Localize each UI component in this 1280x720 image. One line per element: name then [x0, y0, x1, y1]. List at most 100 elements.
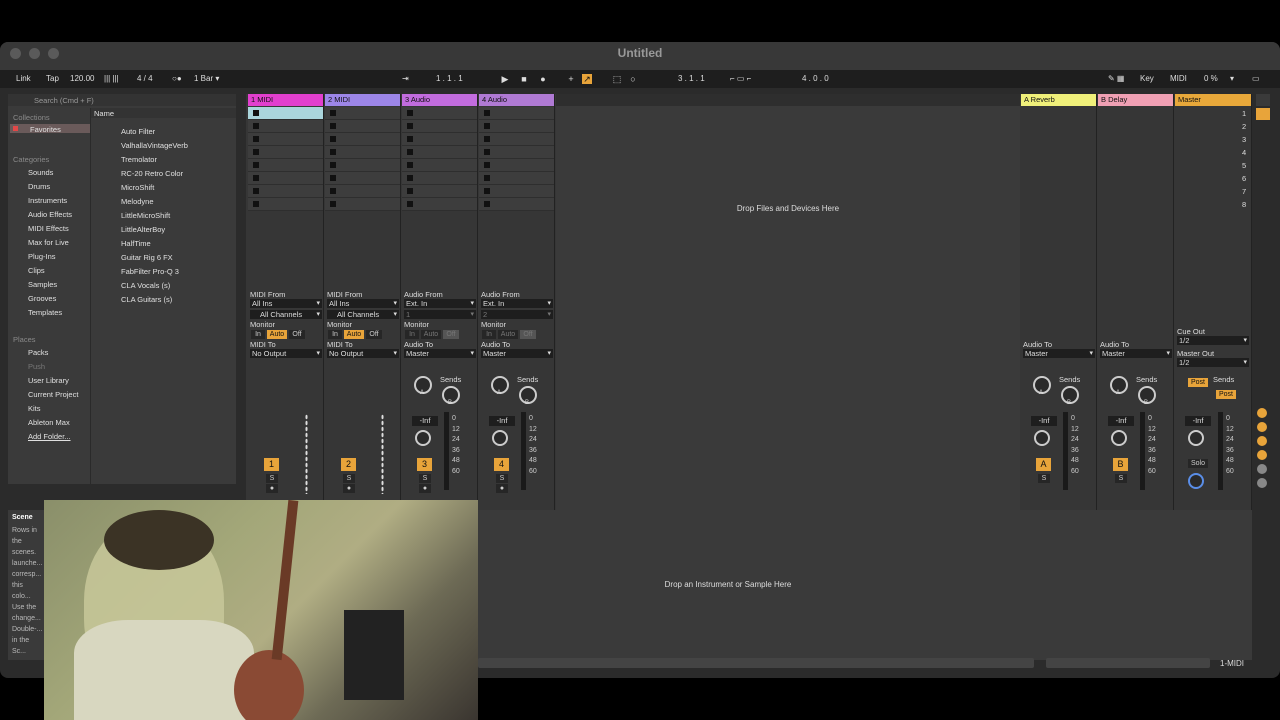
drop-zone[interactable]: Drop Files and Devices Here — [556, 94, 1020, 546]
clip-slot[interactable] — [248, 172, 323, 185]
xfade-toggle-icon[interactable] — [1257, 478, 1267, 488]
session-record-icon[interactable]: ○ — [628, 74, 638, 84]
clip-slot[interactable] — [479, 198, 554, 211]
stop-button-icon[interactable] — [330, 136, 336, 142]
draw-mode-icon[interactable]: ✎ ▦ — [1108, 74, 1124, 83]
clip-slot[interactable] — [248, 159, 323, 172]
stop-button-icon[interactable] — [407, 162, 413, 168]
output-type-select[interactable]: Master — [1100, 349, 1172, 358]
clip-slot[interactable] — [248, 107, 323, 120]
clip-slot[interactable] — [402, 120, 477, 133]
sidebar-item-grooves[interactable]: Grooves — [28, 294, 56, 303]
stop-icon[interactable]: ■ — [519, 74, 529, 84]
tap-tempo-button[interactable]: Tap — [46, 74, 59, 83]
list-item[interactable]: Melodyne — [121, 197, 154, 206]
stop-button-icon[interactable] — [253, 201, 259, 207]
output-type-select[interactable]: No Output — [250, 349, 322, 358]
monitor-in-button[interactable]: In — [328, 330, 342, 339]
overview-toggle-icon[interactable] — [1256, 94, 1270, 106]
clip-slot[interactable] — [325, 172, 400, 185]
stop-button-icon[interactable] — [484, 123, 490, 129]
sidebar-item-max-for-live[interactable]: Max for Live — [28, 238, 69, 247]
clip-slot[interactable] — [325, 107, 400, 120]
stop-button-icon[interactable] — [330, 175, 336, 181]
input-type-select[interactable]: Ext. In — [404, 299, 476, 308]
volume-field[interactable]: -Inf — [412, 416, 438, 426]
solo-button[interactable]: S — [496, 474, 508, 483]
clip-slot[interactable] — [479, 146, 554, 159]
track-title[interactable]: B Delay — [1098, 94, 1173, 106]
solo-button[interactable]: S — [419, 474, 431, 483]
track-activator-button[interactable]: 1 — [264, 458, 279, 471]
sidebar-item-user-library[interactable]: User Library — [28, 376, 69, 385]
clip-slot[interactable] — [402, 172, 477, 185]
crossfader-toggle-icon[interactable] — [1257, 450, 1267, 460]
arm-button[interactable]: ● — [419, 484, 431, 493]
track-title[interactable]: 1 MIDI — [248, 94, 323, 106]
stop-button-icon[interactable] — [330, 110, 336, 116]
list-item[interactable]: CLA Vocals (s) — [121, 281, 170, 290]
key-map-button[interactable]: Key — [1140, 74, 1154, 83]
stop-button-icon[interactable] — [407, 110, 413, 116]
list-item[interactable]: MicroShift — [121, 183, 154, 192]
monitor-auto-button[interactable]: Auto — [344, 330, 364, 339]
tempo-field[interactable]: 120.00 — [70, 74, 94, 83]
scene-number[interactable]: 4 — [1242, 148, 1246, 157]
clip-slot[interactable] — [325, 146, 400, 159]
list-item[interactable]: FabFilter Pro-Q 3 — [121, 267, 179, 276]
clip-slot[interactable] — [402, 107, 477, 120]
capture-icon[interactable]: ⬚ — [612, 74, 622, 84]
stop-button-icon[interactable] — [407, 149, 413, 155]
input-type-select[interactable]: All Ins — [250, 299, 322, 308]
output-type-select[interactable]: Master — [404, 349, 476, 358]
clip-slot[interactable] — [325, 120, 400, 133]
list-item[interactable]: Guitar Rig 6 FX — [121, 253, 173, 262]
input-channel-select[interactable]: 1 — [404, 310, 476, 319]
monitor-off-button[interactable]: Off — [520, 330, 536, 339]
stop-button-icon[interactable] — [407, 136, 413, 142]
stop-button-icon[interactable] — [330, 123, 336, 129]
output-type-select[interactable]: Master — [481, 349, 553, 358]
sidebar-item-kits[interactable]: Kits — [28, 404, 41, 413]
stop-button-icon[interactable] — [407, 123, 413, 129]
scene-number[interactable]: 7 — [1242, 187, 1246, 196]
cue-out-select[interactable]: 1/2 — [1177, 336, 1249, 345]
volume-field[interactable]: -Inf — [1031, 416, 1057, 426]
track-title[interactable]: 3 Audio — [402, 94, 477, 106]
list-item[interactable]: Tremolator — [121, 155, 157, 164]
track-title[interactable]: 2 MIDI — [325, 94, 400, 106]
track-title[interactable]: Master — [1175, 94, 1251, 106]
volume-field[interactable]: -Inf — [1108, 416, 1134, 426]
stop-button-icon[interactable] — [407, 201, 413, 207]
automation-arm-icon[interactable]: ↗ — [582, 74, 592, 84]
scene-number[interactable]: 1 — [1242, 109, 1246, 118]
list-item[interactable]: ValhallaVintageVerb — [121, 141, 188, 150]
loop-start-field[interactable]: 3 . 1 . 1 — [678, 74, 705, 83]
sidebar-item-audio-effects[interactable]: Audio Effects — [28, 210, 72, 219]
stop-button-icon[interactable] — [330, 201, 336, 207]
sidebar-item-clips[interactable]: Clips — [28, 266, 45, 275]
pan-knob[interactable] — [1188, 430, 1204, 446]
clip-slot[interactable] — [479, 120, 554, 133]
clip-slot[interactable] — [248, 133, 323, 146]
scene-number[interactable]: 8 — [1242, 200, 1246, 209]
device-view[interactable]: Drop an Instrument or Sample Here — [478, 510, 1252, 660]
punch-icons[interactable]: ⌐ ▭ ⌐ — [730, 74, 751, 83]
pan-knob[interactable] — [1111, 430, 1127, 446]
arm-button[interactable]: ● — [266, 484, 278, 493]
clip-slot[interactable] — [479, 107, 554, 120]
sidebar-item-plug-ins[interactable]: Plug-Ins — [28, 252, 56, 261]
clip-slot[interactable] — [248, 185, 323, 198]
pan-knob[interactable] — [1034, 430, 1050, 446]
solo-button[interactable]: S — [343, 474, 355, 483]
arrangement-position-field[interactable]: 1 . 1 . 1 — [436, 74, 463, 83]
sidebar-item-sounds[interactable]: Sounds — [28, 168, 53, 177]
input-channel-select[interactable]: All Channels — [250, 310, 322, 319]
mixer-toggle-icon[interactable] — [1257, 436, 1267, 446]
stop-button-icon[interactable] — [253, 123, 259, 129]
input-channel-select[interactable]: All Channels — [327, 310, 399, 319]
stop-button-icon[interactable] — [253, 149, 259, 155]
monitor-off-button[interactable]: Off — [289, 330, 305, 339]
clip-slot[interactable] — [402, 185, 477, 198]
track-activator-button[interactable]: A — [1036, 458, 1051, 471]
